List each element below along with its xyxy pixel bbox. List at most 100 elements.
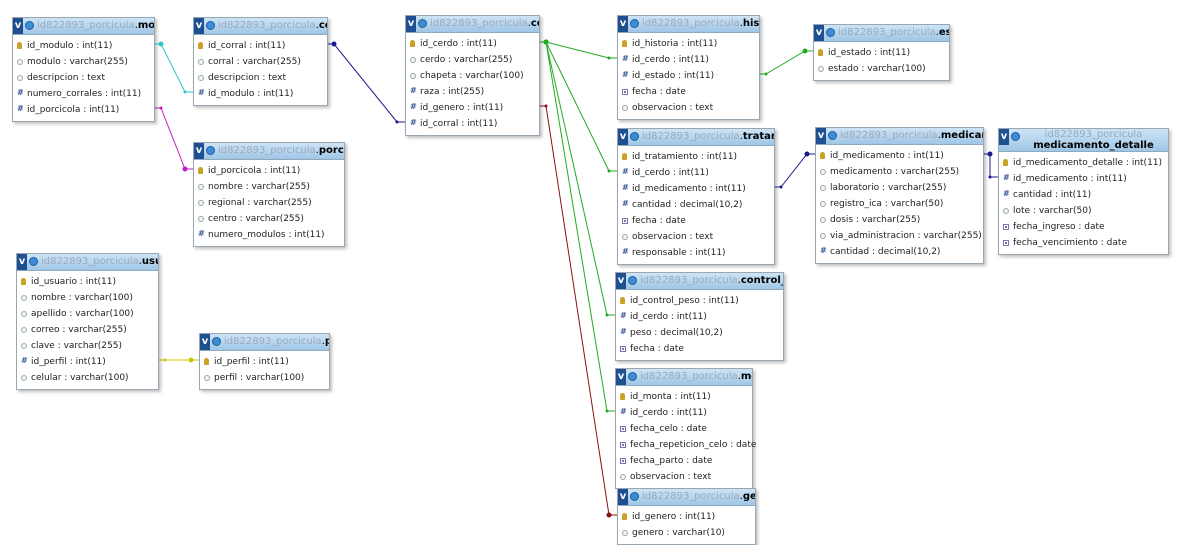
toggle-view-button[interactable]: v — [200, 334, 210, 350]
column-row[interactable]: regional : varchar(255) — [194, 195, 344, 211]
table-corral[interactable]: vid822893_porcicula.corralid_corral : in… — [193, 17, 328, 106]
column-row[interactable]: dosis : varchar(255) — [816, 212, 983, 228]
options-icon[interactable] — [1011, 132, 1020, 141]
table-control-peso[interactable]: vid822893_porcicula.control_peso id_contr… — [615, 272, 784, 361]
column-row[interactable]: fecha : date — [618, 213, 774, 229]
toggle-view-button[interactable]: v — [194, 18, 204, 34]
column-row[interactable]: id_corral : int(11) — [406, 116, 539, 132]
column-row[interactable]: nombre : varchar(255) — [194, 179, 344, 195]
toggle-view-button[interactable]: v — [814, 25, 824, 41]
table-header[interactable]: v id822893_porcicula.estado — [814, 25, 949, 42]
options-icon[interactable] — [206, 146, 215, 155]
table-perfil[interactable]: vid822893_porcicula.perfil id_perfil : in… — [199, 333, 330, 390]
column-row[interactable]: fecha_ingreso : date — [999, 219, 1168, 235]
toggle-view-button[interactable]: v — [618, 16, 628, 32]
column-row[interactable]: id_medicamento_detalle : int(11) — [999, 155, 1168, 171]
table-medicamento-detalle[interactable]: v id822893_porcicula medicamento_detalleid… — [998, 128, 1169, 255]
column-row[interactable]: fecha_repeticion_celo : date — [616, 437, 756, 453]
column-row[interactable]: id_cerdo : int(11) — [618, 52, 759, 68]
column-row[interactable]: nombre : varchar(100) — [17, 290, 158, 306]
column-row[interactable]: id_estado : int(11) — [618, 68, 759, 84]
table-tratamiento[interactable]: vid822893_porcicula.tratamiento id_tratam… — [617, 128, 775, 265]
column-row[interactable]: id_tratamiento : int(11) — [618, 149, 774, 165]
table-header[interactable]: v id822893_porcicula.usuario — [17, 254, 158, 271]
options-icon[interactable] — [212, 337, 221, 346]
table-medicamento[interactable]: vid822893_porcicula.medicamentoid_medica… — [815, 127, 984, 264]
table-modulo[interactable]: vid822893_porcicula.moduloid_modulo : in… — [12, 17, 155, 122]
column-row[interactable]: observacion : text — [618, 100, 759, 116]
column-row[interactable]: id_medicamento : int(11) — [999, 171, 1168, 187]
table-header[interactable]: v id822893_porcicula.monta — [616, 369, 752, 386]
toggle-view-button[interactable]: v — [816, 128, 826, 144]
column-row[interactable]: estado : varchar(100) — [814, 61, 949, 77]
table-estado[interactable]: vid822893_porcicula.estadoid_estado : in… — [813, 24, 950, 81]
column-row[interactable]: raza : int(255) — [406, 84, 539, 100]
column-row[interactable]: celular : varchar(100) — [17, 370, 158, 386]
column-row[interactable]: id_cerdo : int(11) — [616, 405, 752, 421]
table-header[interactable]: v id822893_porcicula.cerdo — [406, 16, 539, 33]
options-icon[interactable] — [630, 492, 639, 501]
column-row[interactable]: id_cerdo : int(11) — [618, 165, 774, 181]
toggle-view-button[interactable]: v — [406, 16, 416, 32]
table-cerdo[interactable]: vid822893_porcicula.cerdo id_cerdo : int(… — [405, 15, 540, 136]
column-row[interactable]: id_genero : int(11) — [618, 509, 755, 525]
toggle-view-button[interactable]: v — [618, 489, 628, 505]
column-row[interactable]: laboratorio : varchar(255) — [816, 180, 983, 196]
toggle-view-button[interactable]: v — [13, 18, 23, 34]
column-row[interactable]: id_medicamento : int(11) — [816, 148, 983, 164]
table-historia[interactable]: vid822893_porcicula.historiaid_historia … — [617, 15, 760, 120]
column-row[interactable]: id_porcicola : int(11) — [13, 102, 154, 118]
options-icon[interactable] — [828, 131, 837, 140]
column-row[interactable]: responsable : int(11) — [618, 245, 774, 261]
column-row[interactable]: id_control_peso : int(11) — [616, 293, 783, 309]
column-row[interactable]: chapeta : varchar(100) — [406, 68, 539, 84]
table-usuario[interactable]: vid822893_porcicula.usuario id_usuario : … — [16, 253, 159, 390]
column-row[interactable]: lote : varchar(50) — [999, 203, 1168, 219]
column-row[interactable]: cantidad : int(11) — [999, 187, 1168, 203]
table-header[interactable]: v id822893_porcicula.perfil — [200, 334, 329, 351]
toggle-view-button[interactable]: v — [618, 129, 628, 145]
column-row[interactable]: cantidad : decimal(10,2) — [816, 244, 983, 260]
toggle-view-button[interactable]: v — [194, 143, 204, 159]
table-header[interactable]: v id822893_porcicula.porcicola — [194, 143, 344, 160]
table-header[interactable]: v id822893_porcicula.genero — [618, 489, 755, 506]
column-row[interactable]: registro_ica : varchar(50) — [816, 196, 983, 212]
toggle-view-button[interactable]: v — [616, 273, 626, 289]
column-row[interactable]: peso : decimal(10,2) — [616, 325, 783, 341]
column-row[interactable]: id_usuario : int(11) — [17, 274, 158, 290]
column-row[interactable]: fecha_vencimiento : date — [999, 235, 1168, 251]
table-header[interactable]: v id822893_porcicula medicamento_detalle — [999, 129, 1168, 152]
column-row[interactable]: id_modulo : int(11) — [194, 86, 327, 102]
column-row[interactable]: modulo : varchar(255) — [13, 54, 154, 70]
options-icon[interactable] — [418, 19, 427, 28]
column-row[interactable]: correo : varchar(255) — [17, 322, 158, 338]
column-row[interactable]: fecha_celo : date — [616, 421, 752, 437]
table-header[interactable]: v id822893_porcicula.tratamiento — [618, 129, 774, 146]
table-header[interactable]: v id822893_porcicula.modulo — [13, 18, 154, 35]
column-row[interactable]: numero_modulos : int(11) — [194, 227, 344, 243]
column-row[interactable]: genero : varchar(10) — [618, 525, 755, 541]
column-row[interactable]: cerdo : varchar(255) — [406, 52, 539, 68]
column-row[interactable]: fecha : date — [618, 84, 759, 100]
table-header[interactable]: v id822893_porcicula.control_peso — [616, 273, 783, 290]
column-row[interactable]: id_genero : int(11) — [406, 100, 539, 116]
options-icon[interactable] — [628, 276, 637, 285]
column-row[interactable]: apellido : varchar(100) — [17, 306, 158, 322]
options-icon[interactable] — [29, 257, 38, 266]
column-row[interactable]: id_cerdo : int(11) — [406, 36, 539, 52]
options-icon[interactable] — [826, 28, 835, 37]
table-porcicola[interactable]: vid822893_porcicula.porcicolaid_porcicol… — [193, 142, 345, 247]
column-row[interactable]: id_monta : int(11) — [616, 389, 752, 405]
toggle-view-button[interactable]: v — [999, 129, 1009, 145]
options-icon[interactable] — [25, 21, 34, 30]
options-icon[interactable] — [628, 372, 637, 381]
column-row[interactable]: id_perfil : int(11) — [200, 354, 329, 370]
column-row[interactable]: via_administracion : varchar(255) — [816, 228, 983, 244]
options-icon[interactable] — [630, 19, 639, 28]
table-monta[interactable]: vid822893_porcicula.monta id_monta : int(… — [615, 368, 756, 489]
table-genero[interactable]: vid822893_porcicula.genero id_genero : in… — [617, 488, 756, 545]
column-row[interactable]: descripcion : text — [13, 70, 154, 86]
column-row[interactable]: fecha_parto : date — [616, 453, 752, 469]
column-row[interactable]: id_medicamento : int(11) — [618, 181, 774, 197]
column-row[interactable]: id_perfil : int(11) — [17, 354, 158, 370]
